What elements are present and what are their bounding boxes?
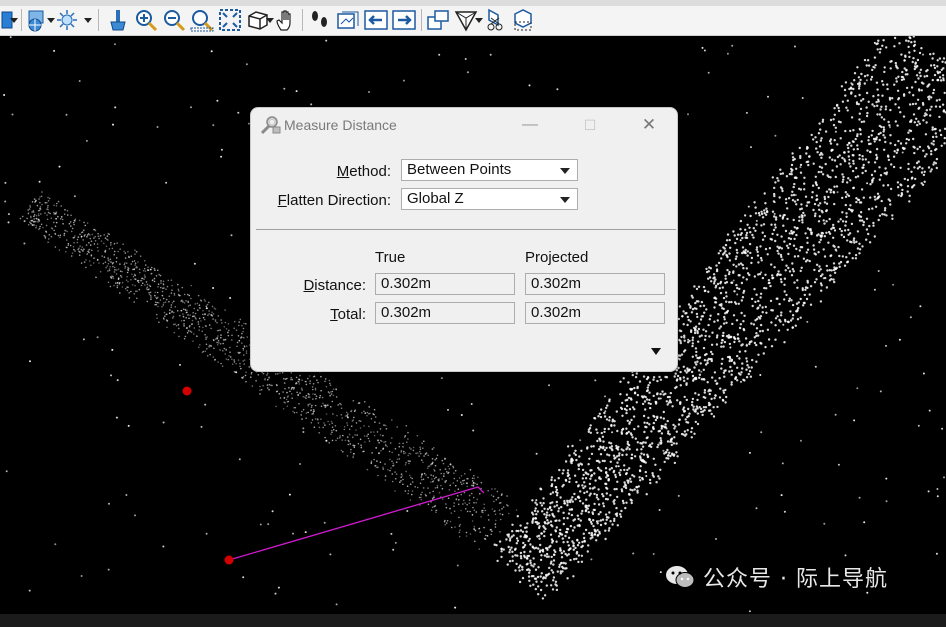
method-select-value: Between Points <box>407 161 512 178</box>
measure-start-point <box>182 386 192 396</box>
total-projected-field[interactable]: 0.302m <box>525 302 665 324</box>
distance-label: Distance: <box>303 277 366 294</box>
method-label: Method: <box>336 163 391 180</box>
flatten-direction-select[interactable]: Global Z <box>401 188 578 210</box>
view-previous-icon[interactable] <box>336 8 360 32</box>
distance-projected-field[interactable]: 0.302m <box>525 273 665 295</box>
toolbar-separator <box>421 9 422 31</box>
total-label: Total: <box>330 306 366 323</box>
dialog-titlebar[interactable]: Measure Distance — ☐ ✕ <box>251 108 677 142</box>
chevron-down-icon[interactable] <box>10 18 18 23</box>
watermark-text: 公众号 · 际上导航 <box>703 567 888 592</box>
clear-clip-icon[interactable] <box>511 8 535 32</box>
chevron-down-icon[interactable] <box>475 18 483 23</box>
toolbar-separator <box>302 9 303 31</box>
close-button[interactable]: ✕ <box>634 113 664 137</box>
flatten-direction-value: Global Z <box>407 190 464 207</box>
flatten-direction-label: Flatten Direction: <box>277 192 391 209</box>
wechat-icon <box>666 566 695 588</box>
maximize-button[interactable]: ☐ <box>575 113 605 137</box>
status-strip <box>0 614 946 627</box>
window-area-icon[interactable] <box>190 8 214 32</box>
true-column-header: True <box>375 249 406 266</box>
zoom-in-icon[interactable] <box>134 8 158 32</box>
walk-icon[interactable] <box>308 8 332 32</box>
toolbar-top-strip <box>0 0 946 6</box>
method-select[interactable]: Between Points <box>401 159 578 181</box>
measure-line <box>228 486 485 561</box>
expand-arrow-icon[interactable] <box>651 348 661 355</box>
distance-true-field[interactable]: 0.302m <box>375 273 515 295</box>
dialog-divider <box>256 229 676 230</box>
view-forward-icon[interactable] <box>392 8 416 32</box>
fit-view-icon[interactable] <box>218 8 242 32</box>
zoom-out-icon[interactable] <box>162 8 186 32</box>
clip-mask-icon[interactable] <box>483 8 507 32</box>
toolbar-separator <box>98 9 99 31</box>
dialog-title: Measure Distance <box>284 117 397 133</box>
clear-icon[interactable] <box>106 8 130 32</box>
copy-view-icon[interactable] <box>426 8 450 32</box>
projected-column-header: Projected <box>525 249 589 266</box>
pan-icon[interactable] <box>274 8 298 32</box>
chevron-down-icon[interactable] <box>266 18 274 23</box>
measure-tool-icon <box>260 116 281 135</box>
measure-distance-dialog: Measure Distance — ☐ ✕ Method: Between P… <box>250 107 678 372</box>
measure-end-point <box>224 555 234 565</box>
chevron-down-icon[interactable] <box>47 18 55 23</box>
chevron-down-icon <box>560 197 570 203</box>
view-back-icon[interactable] <box>364 8 388 32</box>
minimize-button[interactable]: — <box>515 113 545 137</box>
toolbar-separator <box>21 9 22 31</box>
view-toolbar <box>0 0 946 36</box>
total-true-field[interactable]: 0.302m <box>375 302 515 324</box>
chevron-down-icon[interactable] <box>84 18 92 23</box>
watermark: 公众号 · 际上导航 <box>665 562 888 592</box>
chevron-down-icon <box>560 168 570 174</box>
lighting-icon[interactable] <box>55 8 79 32</box>
